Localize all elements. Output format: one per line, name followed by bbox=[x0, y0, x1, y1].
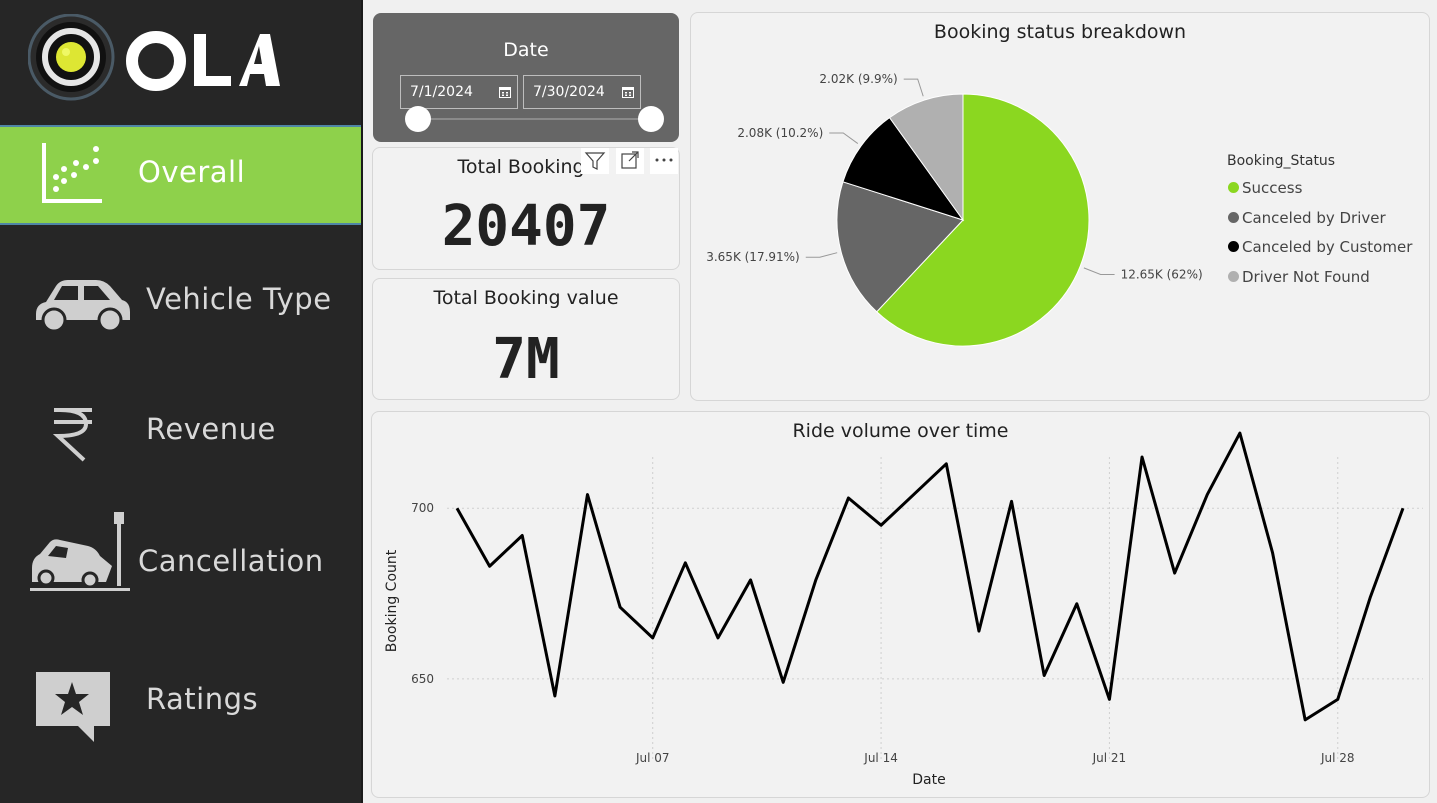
calendar-icon[interactable] bbox=[499, 86, 511, 98]
data-point[interactable] bbox=[1139, 454, 1145, 460]
car-icon bbox=[36, 280, 130, 333]
x-axis-label: Date bbox=[912, 772, 945, 788]
data-point[interactable] bbox=[1041, 672, 1047, 678]
data-point[interactable] bbox=[813, 577, 819, 583]
data-point[interactable] bbox=[1074, 601, 1080, 607]
pie-leader-line bbox=[1083, 267, 1115, 276]
data-point[interactable] bbox=[1204, 492, 1210, 498]
date-range-start-handle[interactable] bbox=[405, 106, 431, 132]
data-point[interactable] bbox=[878, 522, 884, 528]
end-date-value: 7/30/2024 bbox=[533, 84, 605, 100]
booking-count-series-line[interactable] bbox=[455, 431, 1405, 722]
legend-dot-canceled-by-customer bbox=[1228, 241, 1239, 252]
data-point[interactable] bbox=[1367, 594, 1373, 600]
data-point[interactable] bbox=[454, 505, 460, 511]
data-point[interactable] bbox=[1172, 570, 1178, 576]
data-point[interactable] bbox=[943, 461, 949, 467]
data-point[interactable] bbox=[552, 693, 558, 699]
y-tick-label: 650 bbox=[411, 672, 434, 686]
x-tick-label: Jul 21 bbox=[1092, 751, 1127, 765]
nav-label-vehicle-type: Vehicle Type bbox=[146, 282, 332, 316]
nav-label-cancellation: Cancellation bbox=[138, 544, 324, 578]
nav-label-revenue: Revenue bbox=[146, 412, 276, 446]
data-point[interactable] bbox=[584, 492, 590, 498]
calendar-icon[interactable] bbox=[622, 86, 634, 98]
data-point[interactable] bbox=[911, 492, 917, 498]
ride-volume-line-chart: 650 700 Jul 07 Jul 14 Jul 21 Jul 28 Date Bookin… bbox=[384, 430, 1423, 788]
pie-data-label: 12.65K (62%) bbox=[1121, 268, 1203, 282]
legend-label: Driver Not Found bbox=[1242, 268, 1370, 286]
legend-label: Canceled by Customer bbox=[1242, 238, 1413, 256]
filter-icon[interactable] bbox=[581, 148, 609, 174]
legend-item-canceled-by-customer[interactable]: Canceled by Customer bbox=[1228, 238, 1412, 256]
focus-mode-icon[interactable] bbox=[616, 148, 644, 174]
pie-leader-line bbox=[805, 252, 838, 258]
total-booking-value-card[interactable]: Total Booking value 7M bbox=[372, 278, 680, 400]
legend-item-success[interactable]: Success bbox=[1228, 179, 1302, 197]
pie-leader-line bbox=[829, 132, 859, 144]
date-slicer-title: Date bbox=[503, 39, 549, 61]
data-point[interactable] bbox=[1106, 696, 1112, 702]
data-point[interactable] bbox=[976, 628, 982, 634]
x-tick-label: Jul 28 bbox=[1320, 751, 1355, 765]
data-point[interactable] bbox=[519, 533, 525, 539]
start-date-input[interactable]: 7/1/2024 bbox=[400, 75, 518, 109]
nav-item-vehicle-type[interactable]: Vehicle Type bbox=[0, 250, 361, 350]
nav-item-revenue[interactable]: Revenue bbox=[0, 380, 361, 480]
scatter-chart-icon bbox=[42, 143, 102, 203]
data-point[interactable] bbox=[1335, 696, 1341, 702]
legend-dot-driver-not-found bbox=[1228, 271, 1239, 282]
pie-data-label: 2.08K (10.2%) bbox=[737, 126, 823, 140]
more-options-icon[interactable] bbox=[650, 148, 678, 174]
legend-label: Canceled by Driver bbox=[1242, 209, 1386, 227]
start-date-value: 7/1/2024 bbox=[410, 84, 473, 100]
legend-item-driver-not-found[interactable]: Driver Not Found bbox=[1228, 268, 1370, 286]
data-point[interactable] bbox=[1400, 505, 1406, 511]
data-point[interactable] bbox=[1270, 550, 1276, 556]
car-crash-icon bbox=[30, 512, 130, 591]
pie-data-label: 2.02K (9.9%) bbox=[819, 72, 897, 86]
data-point[interactable] bbox=[845, 495, 851, 501]
data-point[interactable] bbox=[748, 577, 754, 583]
date-range-end-handle[interactable] bbox=[638, 106, 664, 132]
nav-label-overall: Overall bbox=[138, 155, 246, 189]
data-point[interactable] bbox=[487, 563, 493, 569]
total-bookings-value: 20407 bbox=[441, 194, 611, 259]
y-axis-label: Booking Count bbox=[384, 549, 400, 652]
data-point[interactable] bbox=[715, 635, 721, 641]
legend-item-canceled-by-driver[interactable]: Canceled by Driver bbox=[1228, 209, 1386, 227]
rupee-icon bbox=[52, 408, 92, 462]
data-point[interactable] bbox=[650, 635, 656, 641]
x-tick-label: Jul 14 bbox=[863, 751, 898, 765]
nav-item-ratings[interactable]: Ratings bbox=[0, 650, 361, 750]
data-point[interactable] bbox=[617, 604, 623, 610]
nav-item-cancellation[interactable]: Cancellation bbox=[0, 510, 361, 610]
total-booking-value-title: Total Booking value bbox=[433, 287, 619, 309]
ola-logo[interactable] bbox=[27, 13, 288, 104]
y-tick-label: 700 bbox=[411, 501, 434, 515]
data-point[interactable] bbox=[682, 560, 688, 566]
pie-leader-line bbox=[903, 78, 924, 97]
legend-label: Success bbox=[1242, 179, 1303, 197]
legend-dot-canceled-by-driver bbox=[1228, 212, 1239, 223]
booking-status-pie-chart: 12.65K (62%) 3.65K (17.91%) 2.08K (10.2%) 2… bbox=[706, 72, 1203, 347]
pie-data-label: 3.65K (17.91%) bbox=[706, 250, 800, 264]
legend-title: Booking_Status bbox=[1227, 153, 1336, 169]
legend-dot-success bbox=[1228, 182, 1239, 193]
data-point[interactable] bbox=[1237, 430, 1243, 436]
end-date-input[interactable]: 7/30/2024 bbox=[523, 75, 641, 109]
date-range-slider-track[interactable] bbox=[418, 118, 652, 120]
total-booking-value-value: 7M bbox=[492, 327, 560, 392]
data-point[interactable] bbox=[1009, 498, 1015, 504]
nav-item-overall[interactable]: Overall bbox=[0, 125, 361, 225]
data-point[interactable] bbox=[1302, 717, 1308, 723]
star-comment-icon bbox=[36, 672, 110, 742]
nav-label-ratings: Ratings bbox=[146, 682, 259, 716]
x-tick-label: Jul 07 bbox=[635, 751, 670, 765]
data-point[interactable] bbox=[780, 679, 786, 685]
